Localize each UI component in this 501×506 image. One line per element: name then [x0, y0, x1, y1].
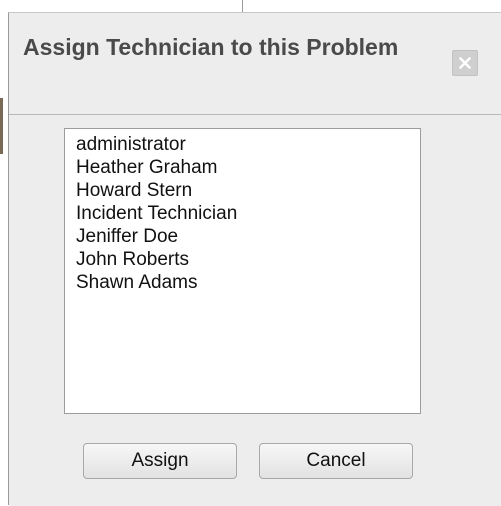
assign-button[interactable]: Assign	[83, 443, 237, 479]
close-button[interactable]	[452, 50, 478, 76]
technician-option[interactable]: Shawn Adams	[76, 271, 420, 294]
technician-listbox[interactable]: administrator Heather Graham Howard Ster…	[64, 128, 421, 414]
technician-option[interactable]: administrator	[76, 133, 420, 156]
technician-option[interactable]: Howard Stern	[76, 179, 420, 202]
technician-option[interactable]: Jeniffer Doe	[76, 225, 420, 248]
background-divider	[242, 0, 243, 12]
technician-option[interactable]: Incident Technician	[76, 202, 420, 225]
cancel-button[interactable]: Cancel	[259, 443, 413, 479]
dialog-titlebar: Assign Technician to this Problem	[9, 13, 501, 115]
background-edge	[0, 98, 3, 154]
technician-option[interactable]: John Roberts	[76, 248, 420, 271]
close-x-icon	[459, 57, 471, 69]
technician-option[interactable]: Heather Graham	[76, 156, 420, 179]
dialog-title: Assign Technician to this Problem	[23, 34, 399, 60]
assign-technician-dialog: Assign Technician to this Problem admini…	[8, 12, 501, 506]
dialog-content: administrator Heather Graham Howard Ster…	[9, 115, 501, 506]
